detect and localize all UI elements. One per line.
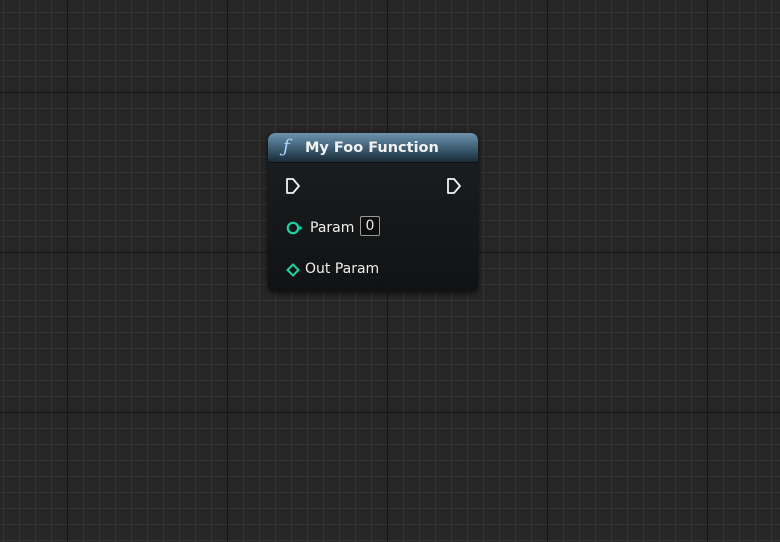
function-icon: ƒ [283, 136, 290, 157]
node-title: My Foo Function [305, 140, 439, 156]
function-node[interactable]: ƒ My Foo Function Param 0 Out Param [268, 133, 478, 291]
exec-in-pin-icon[interactable] [285, 177, 301, 195]
exec-out-pin-icon[interactable] [446, 177, 462, 195]
out-param-label: Out Param [305, 261, 380, 277]
out-param-pin-icon[interactable] [286, 263, 300, 277]
param-label: Param [310, 220, 355, 236]
param-pin-icon[interactable] [286, 221, 304, 235]
param-value-input[interactable]: 0 [360, 216, 380, 236]
node-header[interactable]: ƒ My Foo Function [268, 133, 478, 163]
